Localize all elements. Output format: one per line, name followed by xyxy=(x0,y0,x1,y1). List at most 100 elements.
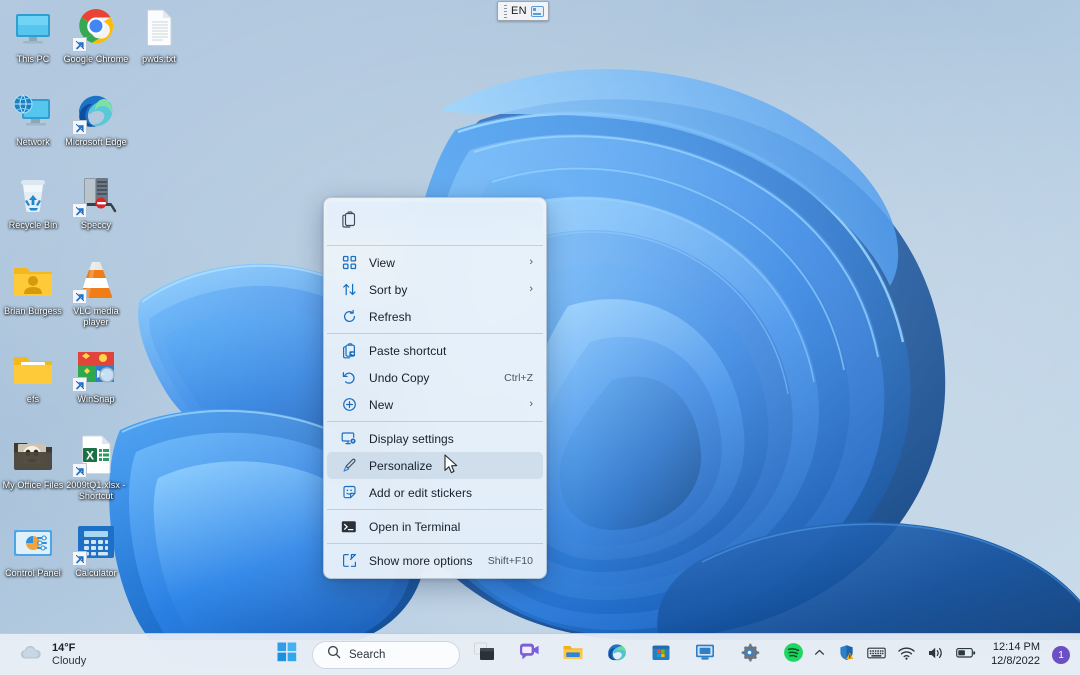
notification-badge[interactable]: 1 xyxy=(1052,646,1070,664)
clock-time: 12:14 PM xyxy=(992,641,1040,654)
google-chrome-icon xyxy=(72,4,120,52)
context-menu-item-new[interactable]: New › xyxy=(327,391,543,418)
language-code[interactable]: EN xyxy=(511,5,527,17)
desktop-icon-calculator[interactable]: Calculator xyxy=(63,518,129,579)
keyboard-layout-icon[interactable] xyxy=(530,5,544,17)
calculator-icon xyxy=(72,518,120,566)
paste-clipboard-icon[interactable] xyxy=(341,211,357,233)
desktop-icon-label: Recycle Bin xyxy=(8,220,58,230)
desktop-icon-label: VLC media player xyxy=(73,306,119,327)
taskbar-button-spotify[interactable] xyxy=(774,638,812,672)
context-menu-item-refresh[interactable]: Refresh xyxy=(327,303,543,330)
desktop-icon-label: WinSnap xyxy=(77,394,115,404)
tray-icon-network[interactable] xyxy=(893,639,920,671)
desktop-context-menu[interactable]: View › Sort by › Refresh Paste shortcut … xyxy=(323,197,547,579)
desktop-icon-grid[interactable]: This PC Network Recycle Bin Brian Burges… xyxy=(0,0,200,578)
chevron-right-icon: › xyxy=(529,398,533,410)
desktop-icon-excel-shortcut[interactable]: X 2009tQ1.xlsx - Shortcut xyxy=(63,430,129,502)
desktop-icon-microsoft-edge[interactable]: Microsoft Edge xyxy=(63,87,129,148)
desktop-icon-recycle-bin[interactable]: Recycle Bin xyxy=(0,170,66,231)
windows-security-warning-icon xyxy=(838,644,855,666)
taskbar-button-settings[interactable] xyxy=(730,638,768,672)
taskbar-button-task-view[interactable] xyxy=(466,638,504,672)
context-menu-item-label: Add or edit stickers xyxy=(369,485,473,500)
context-menu-item-label: Open in Terminal xyxy=(369,519,461,534)
desktop-icon-network[interactable]: Network xyxy=(0,87,66,148)
drag-handle-icon[interactable] xyxy=(504,4,507,18)
tray-icon-touch-keyboard[interactable] xyxy=(862,639,891,671)
taskbar-clock[interactable]: 12:14 PM 12/8/2022 xyxy=(983,641,1048,669)
menu-separator xyxy=(327,421,543,422)
refresh-icon xyxy=(339,308,359,326)
context-menu-item-paste-shortcut[interactable]: Paste shortcut xyxy=(327,337,543,364)
display-settings-icon xyxy=(339,430,359,448)
cloud-weather-icon xyxy=(18,644,44,667)
microsoft-store-icon xyxy=(651,642,671,667)
language-bar[interactable]: EN xyxy=(497,1,549,21)
file-explorer-icon xyxy=(562,642,584,667)
battery-icon xyxy=(956,646,976,664)
desktop[interactable]: This PC Network Recycle Bin Brian Burges… xyxy=(0,0,1080,675)
desktop-icon-winsnap[interactable]: WinSnap xyxy=(63,344,129,405)
desktop-icon-brian-burgess[interactable]: Brian Burgess xyxy=(0,256,66,317)
vlc-media-player-icon xyxy=(72,256,120,304)
menu-separator xyxy=(327,245,543,246)
tray-overflow-button[interactable] xyxy=(808,639,831,671)
desktop-icon-this-pc[interactable]: This PC xyxy=(0,4,66,65)
context-menu-item-show-more-options[interactable]: Show more options Shift+F10 xyxy=(327,547,543,574)
context-menu-clipboard-row[interactable] xyxy=(327,202,543,242)
desktop-icon-speccy[interactable]: Speccy xyxy=(63,170,129,231)
this-pc-icon xyxy=(9,4,57,52)
chevron-up-icon xyxy=(813,646,826,664)
context-menu-item-sort-by[interactable]: Sort by › xyxy=(327,276,543,303)
context-menu-item-label: Undo Copy xyxy=(369,370,430,385)
context-menu-item-label: Sort by xyxy=(369,282,408,297)
desktop-icon-my-office-files[interactable]: My Office Files xyxy=(0,430,66,491)
desktop-icon-google-chrome[interactable]: Google Chrome xyxy=(63,4,129,65)
settings-gear-icon xyxy=(739,642,760,668)
taskbar[interactable]: 14°F Cloudy Search 12:14 PM 12/8/2022 1 xyxy=(0,633,1080,675)
taskbar-button-file-explorer[interactable] xyxy=(554,638,592,672)
show-more-options-icon xyxy=(339,552,359,570)
desktop-icon-label: 2009tQ1.xlsx - Shortcut xyxy=(66,480,126,501)
user-folder-icon xyxy=(9,256,57,304)
shortcut-overlay-icon xyxy=(72,463,87,478)
taskbar-search-label: Search xyxy=(349,648,386,661)
desktop-icon-label: Microsoft Edge xyxy=(65,137,127,147)
taskbar-button-microsoft-store[interactable] xyxy=(642,638,680,672)
excel-file-icon: X xyxy=(72,430,120,478)
shortcut-overlay-icon xyxy=(72,289,87,304)
tray-icon-battery[interactable] xyxy=(951,639,981,671)
desktop-icon-efs[interactable]: efs xyxy=(0,344,66,405)
context-menu-item-open-in-terminal[interactable]: Open in Terminal xyxy=(327,513,543,540)
shortcut-overlay-icon xyxy=(72,377,87,392)
weather-condition: Cloudy xyxy=(52,655,87,667)
taskbar-button-microsoft-edge[interactable] xyxy=(598,638,636,672)
taskbar-weather-widget[interactable]: 14°F Cloudy xyxy=(10,637,94,673)
context-menu-item-accelerator: Shift+F10 xyxy=(487,554,533,567)
desktop-icon-label: pwds.txt xyxy=(142,54,176,64)
office-files-folder-icon xyxy=(9,430,57,478)
task-view-icon xyxy=(474,642,496,667)
taskbar-system-tray[interactable]: 12:14 PM 12/8/2022 1 xyxy=(808,634,1074,675)
context-menu-item-view[interactable]: View › xyxy=(327,249,543,276)
desktop-icon-control-panel[interactable]: Control Panel xyxy=(0,518,66,579)
context-menu-item-personalize[interactable]: Personalize xyxy=(327,452,543,479)
taskbar-button-chat[interactable] xyxy=(510,638,548,672)
context-menu-item-add-or-edit-stickers[interactable]: Add or edit stickers xyxy=(327,479,543,506)
wifi-icon xyxy=(898,646,915,665)
desktop-icon-pwds-txt[interactable]: pwds.txt xyxy=(126,4,192,65)
windows-start-icon xyxy=(277,642,297,667)
context-menu-item-undo-copy[interactable]: Undo Copy Ctrl+Z xyxy=(327,364,543,391)
taskbar-search-box[interactable]: Search xyxy=(312,640,460,669)
taskbar-button-remote-desktop[interactable] xyxy=(686,638,724,672)
desktop-icon-vlc-media-player[interactable]: VLC media player xyxy=(63,256,129,328)
tray-icon-volume[interactable] xyxy=(922,639,949,671)
context-menu-item-display-settings[interactable]: Display settings xyxy=(327,425,543,452)
context-menu-item-label: View xyxy=(369,255,395,270)
taskbar-center-cluster[interactable]: Search xyxy=(268,634,812,675)
start-button[interactable] xyxy=(268,638,306,672)
view-grid-icon xyxy=(339,254,359,272)
undo-icon xyxy=(339,369,359,387)
tray-icon-windows-security[interactable] xyxy=(833,639,860,671)
